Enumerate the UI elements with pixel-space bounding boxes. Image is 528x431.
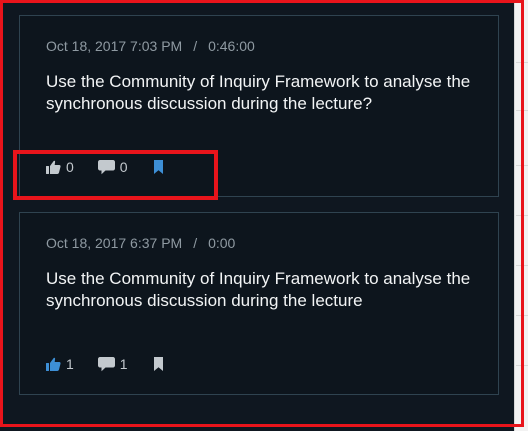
comment-bubble-icon [97,356,115,372]
thumbs-up-icon [46,160,61,174]
like-count: 0 [66,159,74,175]
post-meta: Oct 18, 2017 6:37 PM / 0:00 [46,235,235,251]
discussion-post-card[interactable]: Oct 18, 2017 6:37 PM / 0:00 Use the Commun… [19,212,499,395]
bookmark-icon [153,357,163,371]
post-actions: 1 1 [46,354,163,374]
post-text: Use the Community of Inquiry Framework t… [46,72,471,113]
list-divider [516,365,528,366]
discussion-post-card[interactable]: Oct 18, 2017 7:03 PM / 0:46:00 Use the Com… [19,15,499,197]
discussion-panel: Oct 18, 2017 7:03 PM / 0:46:00 Use the Com… [0,0,514,431]
like-button[interactable]: 1 [46,356,74,372]
bookmark-icon [153,160,163,174]
list-divider [516,110,528,111]
like-button[interactable]: 0 [46,159,74,175]
comment-count: 0 [119,159,128,175]
post-duration[interactable]: 0:00 [208,235,235,251]
meta-separator: / [193,235,198,251]
comment-button[interactable]: 1 [97,356,128,372]
thumbs-up-icon [46,357,61,371]
comment-count: 1 [119,356,128,372]
post-duration[interactable]: 0:46:00 [208,38,255,54]
like-count: 1 [66,356,74,372]
list-divider [516,315,528,316]
list-divider [516,62,528,63]
list-divider [516,215,528,216]
post-text: Use the Community of Inquiry Framework t… [46,269,471,310]
comment-button[interactable]: 0 [97,159,128,175]
post-date: Oct 18, 2017 6:37 PM [46,235,183,251]
list-divider [516,165,528,166]
list-divider [516,265,528,266]
comment-bubble-icon [97,159,115,175]
bookmark-button[interactable] [153,357,163,371]
post-date: Oct 18, 2017 7:03 PM [46,38,183,54]
meta-separator: / [193,38,198,54]
post-actions: 0 0 [46,157,163,177]
bookmark-button[interactable] [153,160,163,174]
post-meta: Oct 18, 2017 7:03 PM / 0:46:00 [46,38,255,54]
adjacent-list-edge [514,0,528,431]
